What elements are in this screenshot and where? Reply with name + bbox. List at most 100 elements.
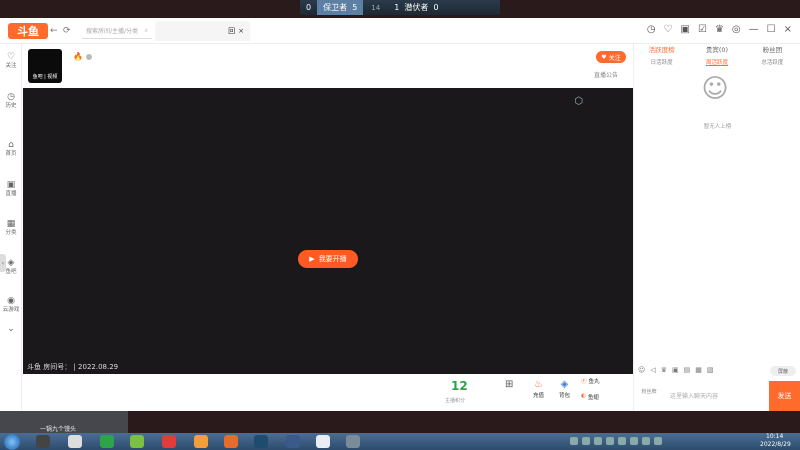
douyu-logo[interactable]: 斗鱼 bbox=[8, 23, 48, 39]
skin-icon[interactable]: ♛ bbox=[715, 24, 724, 35]
team-b-name: 潜伏者 bbox=[404, 3, 429, 12]
streamer-avatar[interactable]: 鱼吧 | 视频 bbox=[28, 49, 62, 83]
taskbar-app-window-icon[interactable] bbox=[376, 435, 390, 448]
empty-rank-text: 暂无人上榜 bbox=[703, 124, 732, 130]
anchor-level-label[interactable]: 主播积分 bbox=[445, 397, 465, 404]
header-icon-bar: ◷ ♡ ▣ ☑ ♛ ◎ — ☐ × bbox=[647, 24, 792, 35]
flame-icon: 🔥 bbox=[73, 52, 83, 61]
taskbar-app-explorer-icon[interactable] bbox=[36, 435, 50, 448]
tray-icon[interactable] bbox=[630, 437, 638, 445]
taskbar-app-game-icon[interactable] bbox=[286, 435, 300, 448]
live-notice-link[interactable]: 直播公告 bbox=[594, 70, 618, 79]
search-placeholder: 搜索房间/主播/分类 bbox=[86, 28, 139, 35]
fishball-balance[interactable]: Ⓕ 鱼丸 bbox=[581, 377, 600, 385]
anchor-level: 12 bbox=[451, 379, 468, 393]
taskbar-app-network-icon[interactable] bbox=[346, 435, 360, 448]
tab-activity-rank[interactable]: 活跃度榜 bbox=[634, 44, 689, 56]
tv-icon: ▣ bbox=[6, 180, 16, 190]
sidebar-item-history[interactable]: ◷ 历史 bbox=[0, 92, 22, 110]
speaker-icon[interactable]: ◁ bbox=[650, 366, 655, 374]
history-icon[interactable]: ◷ bbox=[647, 24, 656, 35]
scoreboard-round: 14 bbox=[371, 3, 381, 12]
grid-icon[interactable]: ▦ bbox=[695, 366, 702, 374]
card-icon[interactable]: ▣ bbox=[672, 366, 679, 374]
list-icon[interactable]: ▤ bbox=[684, 366, 691, 374]
tab-fan-club[interactable]: 粉丝团 bbox=[745, 44, 800, 56]
tab-room[interactable]: 回 × bbox=[155, 21, 250, 41]
sidebar-item-cloud-game[interactable]: ◉ 云游戏 bbox=[0, 296, 22, 314]
clock-date[interactable]: 2022/8/29 bbox=[760, 441, 791, 448]
scoreboard-left-score: 0 bbox=[306, 3, 312, 12]
chevron-down-icon: ⌄ bbox=[7, 324, 15, 334]
gift-box-button[interactable]: ⊞ bbox=[505, 379, 513, 391]
fishfin-label: 鱼翅 bbox=[587, 395, 599, 401]
sidebar-item-home[interactable]: ⌂ 首页 bbox=[0, 140, 22, 158]
tray-icon[interactable] bbox=[606, 437, 614, 445]
clock-time[interactable]: 10:14 bbox=[766, 433, 783, 440]
sidebar-item-label: 分类 bbox=[5, 230, 17, 236]
video-player[interactable]: ⬡ ▶ 我要开播 斗鱼 房间号： | 2022.08.29 bbox=[23, 88, 633, 374]
send-button[interactable]: 发送 bbox=[769, 381, 800, 411]
start-button[interactable] bbox=[4, 434, 20, 450]
emoji-icon[interactable]: ☺ bbox=[638, 366, 645, 374]
refresh-icon[interactable]: ⟳ bbox=[63, 26, 71, 36]
recharge-button[interactable]: ♨ 充值 bbox=[533, 379, 544, 399]
taskbar-app-steam-icon[interactable] bbox=[316, 435, 330, 448]
chat-input[interactable]: 这里输入聊天内容 bbox=[668, 382, 768, 408]
sidebar-item-follow[interactable]: ♡ 关注 bbox=[0, 52, 22, 70]
tab-weekly[interactable]: 周活跃度 bbox=[689, 58, 744, 68]
team-a-score: 5 bbox=[352, 3, 358, 12]
search-icon[interactable]: ⌕ bbox=[145, 27, 148, 35]
tray-icon[interactable] bbox=[654, 437, 662, 445]
tray-icon[interactable] bbox=[642, 437, 650, 445]
follow-button[interactable]: ♥ 关注 bbox=[596, 51, 626, 63]
sidebar-more[interactable]: ⌄ bbox=[0, 324, 22, 334]
maximize-icon[interactable]: ☐ bbox=[767, 24, 776, 35]
player-widget-icon[interactable]: ⬡ bbox=[574, 96, 583, 107]
taskbar-app-help-icon[interactable] bbox=[224, 435, 238, 448]
settings-icon[interactable]: ◎ bbox=[732, 24, 741, 35]
favorite-icon[interactable]: ♡ bbox=[664, 24, 673, 35]
sidebar-expand-handle[interactable]: ‹ bbox=[0, 254, 6, 272]
fishfin-balance[interactable]: ◐ 鱼翅 bbox=[581, 393, 599, 401]
back-icon[interactable]: ← bbox=[50, 26, 58, 36]
close-icon[interactable]: × bbox=[784, 24, 792, 35]
follow-label: 关注 bbox=[608, 54, 621, 62]
search-input[interactable]: 搜索房间/主播/分类 ⌕ bbox=[82, 23, 152, 39]
taskbar-app-browser-icon[interactable] bbox=[162, 435, 176, 448]
tab-daily[interactable]: 日活跃度 bbox=[634, 58, 689, 68]
taskbar-app-green-icon[interactable] bbox=[130, 435, 144, 448]
tab-vip[interactable]: 贵宾(0) bbox=[689, 44, 744, 56]
start-broadcast-button[interactable]: ▶ 我要开播 bbox=[298, 250, 358, 268]
tray-icon[interactable] bbox=[618, 437, 626, 445]
sidebar-item-label: 首页 bbox=[5, 151, 17, 157]
taskbar-app-music-icon[interactable] bbox=[194, 435, 208, 448]
chat-tools: ☺ ◁ ♛ ▣ ▤ ▦ ▧ bbox=[638, 366, 713, 374]
game-hud: 一锅九个馒头 bbox=[0, 411, 128, 433]
taskbar-app-qq-icon[interactable] bbox=[100, 435, 114, 448]
room-info: 斗鱼 房间号： | 2022.08.29 bbox=[27, 363, 119, 371]
backpack-button[interactable]: ◈ 背包 bbox=[559, 379, 570, 399]
tray-icon[interactable] bbox=[594, 437, 602, 445]
team-a-name: 保卫者 bbox=[323, 3, 348, 12]
avatar-label: 鱼吧 | 视频 bbox=[32, 74, 58, 80]
sidebar-item-category[interactable]: ▦ 分类 bbox=[0, 219, 22, 237]
tab-close-icon[interactable]: × bbox=[238, 27, 244, 35]
tab-total[interactable]: 总活跃度 bbox=[745, 58, 800, 68]
taskbar-app-douyu-icon[interactable] bbox=[254, 435, 268, 448]
recharge-icon: ♨ bbox=[534, 379, 543, 390]
fan-badge[interactable]: 粉丝牌 bbox=[637, 388, 661, 400]
sidebar-item-live[interactable]: ▣ 直播 bbox=[0, 180, 22, 198]
sidebar-item-label: 关注 bbox=[5, 63, 17, 69]
gamepad-icon: ◉ bbox=[7, 296, 15, 306]
home-icon: ⌂ bbox=[8, 140, 14, 150]
game-icon[interactable]: ▣ bbox=[681, 24, 690, 35]
minimize-icon[interactable]: — bbox=[749, 24, 759, 35]
tray-icon[interactable] bbox=[582, 437, 590, 445]
tray-icon[interactable] bbox=[570, 437, 578, 445]
more-icon[interactable]: ▧ bbox=[707, 366, 714, 374]
mask-toggle[interactable]: 屏蔽 bbox=[770, 366, 796, 376]
task-icon[interactable]: ☑ bbox=[698, 24, 707, 35]
crown-icon[interactable]: ♛ bbox=[661, 366, 667, 374]
taskbar-app-g-icon[interactable] bbox=[68, 435, 82, 448]
